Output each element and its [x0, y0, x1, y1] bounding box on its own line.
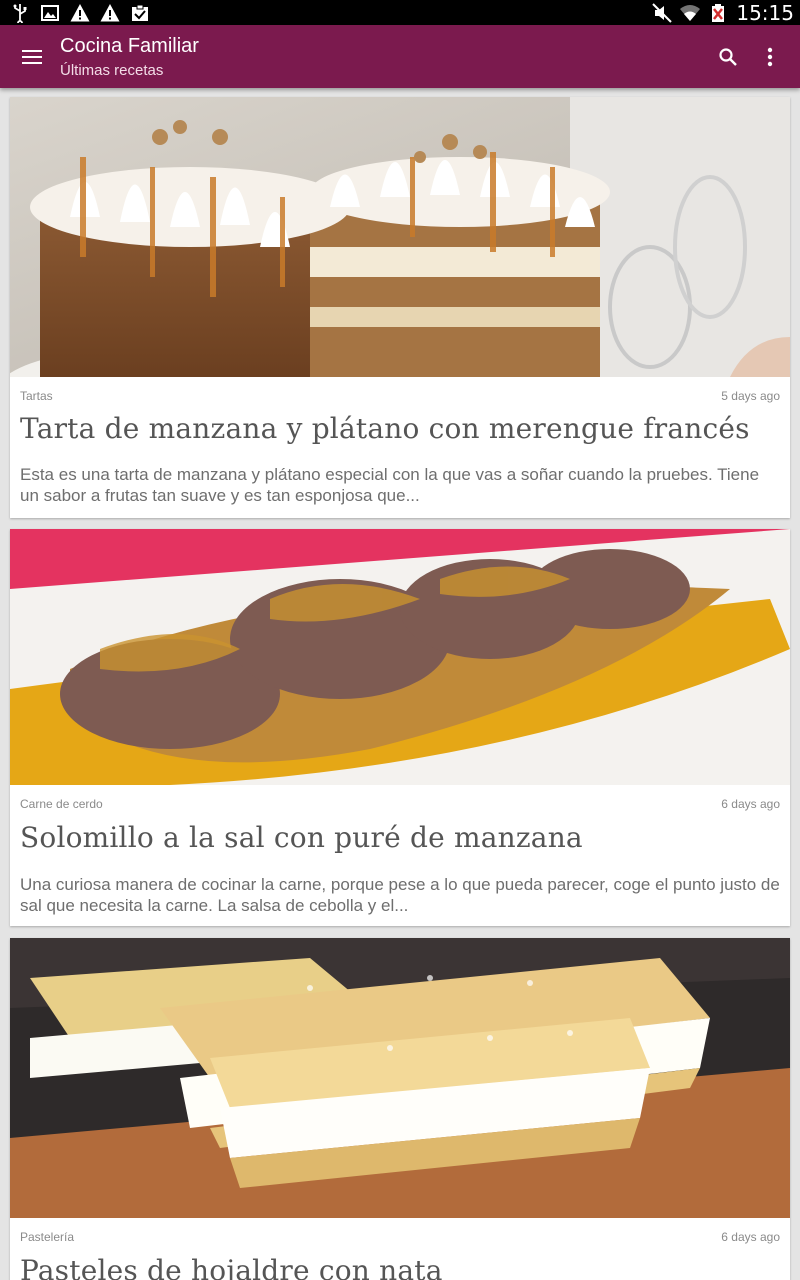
warning-icon	[100, 3, 120, 21]
recipe-image-pork[interactable]	[10, 529, 790, 785]
recipe-excerpt: Esta es una tarta de manzana y plátano e…	[20, 465, 760, 505]
search-button[interactable]	[710, 39, 746, 75]
recipe-title[interactable]: Tarta de manzana y plátano con merengue …	[20, 412, 780, 445]
clock: 15:15	[736, 0, 794, 25]
app-bar: Cocina Familiar Últimas recetas	[0, 25, 800, 88]
recipe-date: 6 days ago	[721, 1230, 780, 1244]
recipe-feed[interactable]: Tartas 5 days ago Tarta de manzana y plá…	[0, 88, 800, 1280]
recipe-image-cake[interactable]	[10, 97, 790, 377]
usb-icon	[13, 3, 27, 23]
status-bar: 15:15	[0, 0, 800, 25]
notification-icons	[10, 2, 150, 23]
search-icon	[719, 48, 737, 66]
recipe-date: 6 days ago	[721, 797, 780, 811]
recipe-date: 5 days ago	[721, 389, 780, 403]
recipe-card[interactable]: Pastelería 6 days ago Pasteles de hojald…	[10, 938, 790, 1280]
mute-icon	[652, 2, 673, 23]
system-icons: 15:15	[652, 0, 794, 25]
recipe-card[interactable]: Carne de cerdo 6 days ago Solomillo a la…	[10, 529, 790, 926]
more-vert-icon	[767, 47, 773, 67]
wifi-icon	[680, 4, 701, 21]
app-subtitle: Últimas recetas	[60, 62, 164, 79]
clipboard-check-icon	[132, 4, 148, 21]
recipe-category: Pastelería	[20, 1230, 75, 1244]
app-title: Cocina Familiar	[60, 35, 199, 57]
recipe-title[interactable]: Pasteles de hojaldre con nata	[20, 1254, 780, 1280]
more-options-button[interactable]	[752, 39, 788, 75]
menu-icon	[22, 50, 42, 64]
recipe-excerpt: Una curiosa manera de cocinar la carne, …	[20, 875, 780, 915]
battery-alert-icon	[712, 3, 725, 22]
recipe-card[interactable]: Tartas 5 days ago Tarta de manzana y plá…	[10, 97, 790, 518]
warning-icon	[70, 3, 90, 21]
recipe-category: Tartas	[20, 389, 53, 403]
recipe-title[interactable]: Solomillo a la sal con puré de manzana	[20, 821, 780, 854]
menu-button[interactable]	[14, 39, 50, 75]
recipe-image-pastry[interactable]	[10, 938, 790, 1218]
image-icon	[41, 4, 59, 21]
recipe-category: Carne de cerdo	[20, 797, 103, 811]
